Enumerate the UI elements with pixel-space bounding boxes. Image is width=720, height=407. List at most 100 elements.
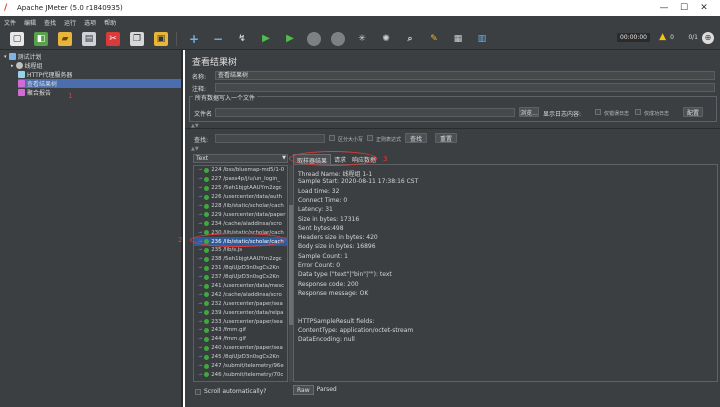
sample-row[interactable]: ⊸ 244 /fmm.gif xyxy=(194,335,287,344)
expand-icon[interactable]: + xyxy=(187,32,201,46)
sample-row[interactable]: ⊸ 234 /cache/aladdinsa/scro xyxy=(194,219,287,228)
cut-icon[interactable]: ✂ xyxy=(106,31,120,46)
sample-row[interactable]: ⊸ 243 /fmm.gif xyxy=(194,326,287,335)
sample-row[interactable]: ⊸ 240 /usercenter/paper/sea xyxy=(194,344,287,353)
search-icon[interactable]: ⌕ xyxy=(403,32,417,46)
tree-item-test-plan[interactable]: ▾ 测试计划 xyxy=(4,52,42,61)
tree-item-http-proxy[interactable]: HTTP代理服务器 xyxy=(18,70,72,79)
result-line: ContentType: application/octet-stream xyxy=(298,327,414,335)
collapse-icon[interactable]: − xyxy=(211,32,225,46)
menu-file[interactable]: 文件 xyxy=(4,18,16,27)
tree-link-icon: ⊸ xyxy=(198,354,203,361)
tree-item-results-tree[interactable]: 查看结果树 xyxy=(18,79,181,88)
success-status-icon xyxy=(204,336,210,342)
start-icon[interactable]: ▶ xyxy=(259,32,273,46)
annotation-circle-tabs xyxy=(289,151,377,166)
scroll-automatically-checkbox[interactable] xyxy=(195,388,201,395)
tree-link-icon: ⊸ xyxy=(198,194,203,201)
menu-edit[interactable]: 编辑 xyxy=(24,18,36,27)
scroll-automatically[interactable]: Scroll automatically? xyxy=(195,388,266,395)
sample-row[interactable]: ⊸ 229 /usercenter/data/paper xyxy=(194,210,287,219)
annotation-number-3: 3 xyxy=(383,155,388,163)
sample-row[interactable]: ⊸ 228 /lib/static/scholar/cach xyxy=(194,202,287,211)
tree-item-thread-group[interactable]: ▸ 线程组 xyxy=(11,61,43,70)
tree-toggle-icon[interactable]: ▾ xyxy=(4,54,7,60)
sample-row[interactable]: ⊸ 233 /usercenter/paper/sea xyxy=(194,317,287,326)
find-button[interactable]: 查找 xyxy=(405,133,427,143)
menu-options[interactable]: 选项 xyxy=(84,18,96,27)
paste-icon[interactable]: ▣ xyxy=(154,31,168,46)
sample-row[interactable]: ⊸ 225 /5eh1bjgtAAUYm2zgc xyxy=(194,184,287,193)
new-icon[interactable]: ▢ xyxy=(10,31,24,46)
sample-label: 231 /8qiUJzD3n0sgCs2Kn xyxy=(211,265,280,272)
reset-search-icon[interactable]: ✎ xyxy=(427,32,441,46)
toggle-icon[interactable]: ↯ xyxy=(235,32,249,46)
save-icon[interactable]: ▤ xyxy=(82,31,96,46)
sample-row[interactable]: ⊸ 239 /usercenter/data/relpa xyxy=(194,308,287,317)
close-button[interactable]: ✕ xyxy=(694,2,714,14)
configure-button[interactable]: 配置 xyxy=(683,107,703,117)
warning-icon[interactable]: ▲ xyxy=(659,32,666,42)
stop-icon[interactable] xyxy=(307,31,321,46)
active-threads: 0/1 xyxy=(688,34,698,41)
sample-row[interactable]: ⊸ 226 /usercenter/data/auth xyxy=(194,193,287,202)
copy-icon[interactable]: ❐ xyxy=(130,31,144,46)
sample-list[interactable]: ⊸ 224 /bss/bluemap-md5/1-0 ⊸ 227 /pass4p/j/… xyxy=(193,165,288,382)
search-input[interactable] xyxy=(215,134,325,143)
help-icon[interactable]: ▥ xyxy=(475,32,489,46)
sample-label: 245 /8qiUJzD3n0sgCs2Kn xyxy=(211,354,280,361)
tree-link-icon: ⊸ xyxy=(198,274,203,281)
name-field[interactable]: 查看结果树 xyxy=(215,71,715,80)
clear-all-icon[interactable]: ✺ xyxy=(379,32,393,46)
shutdown-icon[interactable] xyxy=(331,31,345,46)
sample-label: 233 /usercenter/paper/sea xyxy=(211,318,283,325)
browse-button[interactable]: 浏览... xyxy=(519,107,539,117)
tab-parsed[interactable]: Parsed xyxy=(314,385,340,395)
minimize-button[interactable]: — xyxy=(654,2,674,14)
renderer-select[interactable]: Text ▼ xyxy=(193,154,288,163)
sample-row[interactable]: ⊸ 246 /submit/telemetry/70c xyxy=(194,370,287,379)
tree-item-aggregate-report[interactable]: 聚合报告 xyxy=(18,88,51,97)
tree-link-icon: ⊸ xyxy=(198,291,203,298)
tree-link-icon: ⊸ xyxy=(198,211,203,218)
comment-field[interactable] xyxy=(215,83,715,92)
errors-only-checkbox[interactable] xyxy=(595,109,601,115)
success-status-icon xyxy=(204,203,210,209)
splitter-grip[interactable]: ▲▼ xyxy=(191,146,199,152)
reset-button[interactable]: 重置 xyxy=(435,133,457,143)
sample-label: 235 /lib/s.js xyxy=(211,247,243,254)
sample-row[interactable]: ⊸ 237 /8qiUJzD3n0sgCs2Kn xyxy=(194,273,287,282)
sample-row[interactable]: ⊸ 247 /submit/telemetry/96e xyxy=(194,362,287,371)
start-no-pauses-icon[interactable]: ▶ xyxy=(283,32,297,46)
tab-raw[interactable]: Raw xyxy=(293,385,314,395)
sample-row[interactable]: ⊸ 227 /pass4p/j/u/un_login_ xyxy=(194,175,287,184)
maximize-button[interactable]: ☐ xyxy=(674,2,694,14)
sampler-result-text[interactable]: Thread Name: 线程组 1-1 Sample Start: 2020-0… xyxy=(293,164,718,382)
sample-row[interactable]: ⊸ 242 /cache/aladdinsa/scro xyxy=(194,290,287,299)
clear-icon[interactable]: ✳ xyxy=(355,32,369,46)
sample-row[interactable]: ⊸ 231 /8qiUJzD3n0sgCs2Kn xyxy=(194,264,287,273)
case-sensitive-checkbox[interactable] xyxy=(329,135,335,141)
function-helper-icon[interactable]: ▦ xyxy=(451,32,465,46)
menu-search[interactable]: 查找 xyxy=(44,18,56,27)
tree-link-icon: ⊸ xyxy=(198,265,203,272)
sample-row[interactable]: ⊸ 224 /bss/bluemap-md5/1-0 xyxy=(194,166,287,175)
sample-row[interactable]: ⊸ 235 /lib/s.js xyxy=(194,246,287,255)
success-only-checkbox[interactable] xyxy=(635,109,641,115)
sample-row[interactable]: ⊸ 245 /8qiUJzD3n0sgCs2Kn xyxy=(194,353,287,362)
result-line: Load time: 32 xyxy=(298,187,340,195)
remote-icon[interactable]: ⊕ xyxy=(702,32,714,44)
templates-icon[interactable]: ◧ xyxy=(34,31,48,46)
open-folder-icon[interactable]: ▰ xyxy=(58,31,72,46)
menu-run[interactable]: 运行 xyxy=(64,18,76,27)
window-titlebar: / Apache JMeter (5.0 r1840935) — ☐ ✕ xyxy=(0,0,720,16)
sample-row[interactable]: ⊸ 238 /5eh1bjgtAAUYm2zgc xyxy=(194,255,287,264)
sample-row[interactable]: ⊸ 241 /usercenter/data/mesc xyxy=(194,282,287,291)
menu-help[interactable]: 帮助 xyxy=(104,18,116,27)
tree-toggle-icon[interactable]: ▸ xyxy=(11,63,14,69)
sample-row[interactable]: ⊸ 232 /usercenter/paper/sea xyxy=(194,299,287,308)
regex-checkbox[interactable] xyxy=(367,135,373,141)
view-mode-tabs: Raw Parsed xyxy=(293,385,340,395)
filename-input[interactable] xyxy=(215,108,515,117)
result-line: Response code: 200 xyxy=(298,280,359,288)
